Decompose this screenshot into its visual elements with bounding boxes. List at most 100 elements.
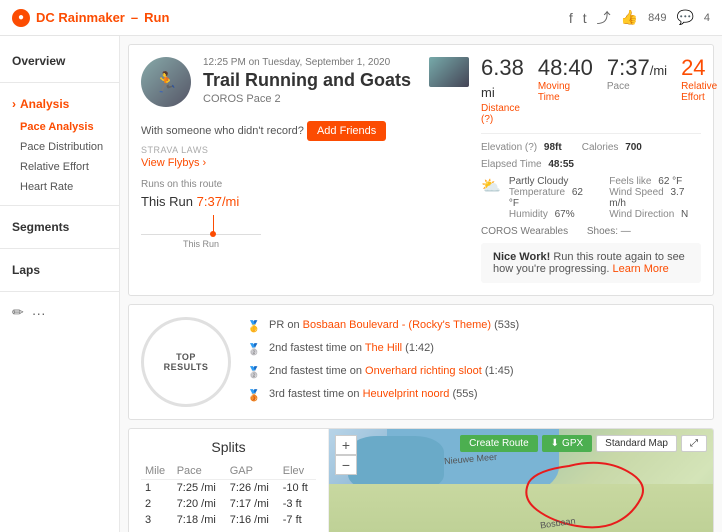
results-circle-line1: TOP xyxy=(176,352,196,362)
result-link-1[interactable]: Bosbaan Boulevard - (Rocky's Theme) xyxy=(303,319,491,331)
split-pace-2: 7:20 /mi xyxy=(173,496,226,512)
route-chart: This Run xyxy=(141,215,261,245)
weather-row: ⛅ Partly Cloudy Temperature 62 °F Humidi… xyxy=(481,176,701,220)
split-elev-2: -3 ft xyxy=(279,496,316,512)
view-flybys-link[interactable]: View Flybys › xyxy=(141,157,469,169)
edit-icon[interactable]: ✏ xyxy=(12,304,24,321)
share-icon[interactable]: ⤴ xyxy=(597,8,611,28)
activity-title: Trail Running and Goats xyxy=(203,70,417,91)
like-icon[interactable]: 👍 xyxy=(621,9,638,26)
more-icon[interactable]: ··· xyxy=(32,305,46,321)
sidebar-item-overview[interactable]: Overview xyxy=(0,48,119,74)
facebook-icon[interactable]: f xyxy=(569,10,573,26)
nice-work-title: Nice Work! xyxy=(493,251,550,263)
analysis-label: Analysis xyxy=(20,97,69,111)
standard-map-button[interactable]: Standard Map xyxy=(596,435,677,452)
stat-distance: 6.38 mi Distance (?) xyxy=(481,57,524,125)
result-text-3: 2nd fastest time on Onverhard richting s… xyxy=(269,365,514,377)
sidebar-item-relative-effort[interactable]: Relative Effort xyxy=(0,157,119,177)
activity-thumbnail xyxy=(429,57,469,87)
split-elev-1: -10 ft xyxy=(279,480,316,497)
twitter-icon[interactable]: t xyxy=(583,10,587,26)
elapsed-label: Elapsed Time xyxy=(481,159,542,170)
re-label: Relative Effort xyxy=(681,81,717,103)
sidebar-item-pace-distribution[interactable]: Pace Distribution xyxy=(0,137,119,157)
weather-condition: Partly Cloudy xyxy=(509,176,593,187)
split-pace-1: 7:25 /mi xyxy=(173,480,226,497)
sidebar-item-pace-analysis[interactable]: Pace Analysis xyxy=(0,117,119,137)
splits-col-gap: GAP xyxy=(226,463,279,480)
zoom-out-button[interactable]: − xyxy=(335,455,357,475)
result-link-4[interactable]: Heuvelprint noord xyxy=(363,388,450,400)
moving-time-label: Moving Time xyxy=(538,81,593,103)
medal-silver-2-icon: 🥈 xyxy=(247,366,263,382)
distance-label: Distance (?) xyxy=(481,103,524,125)
expand-map-button[interactable]: ⤢ xyxy=(681,435,707,452)
nice-work-section: Nice Work! Run this route again to see h… xyxy=(481,243,701,283)
result-item-4: 🥉 3rd fastest time on Heuvelprint noord … xyxy=(247,388,701,405)
sidebar-analysis-header[interactable]: › Analysis xyxy=(0,91,119,117)
splits-row-3: 3 7:18 /mi 7:16 /mi -7 ft xyxy=(141,512,316,528)
stat-relative-effort: 24 Relative Effort xyxy=(681,57,717,125)
activity-device: COROS Pace 2 xyxy=(203,93,417,105)
gpx-button[interactable]: ⬇ GPX xyxy=(542,435,593,452)
elevation-label: Elevation (?) xyxy=(481,142,537,153)
route-comparison: Runs on this route This Run 7:37/mi This… xyxy=(141,179,469,245)
result-text-4: 3rd fastest time on Heuvelprint noord (5… xyxy=(269,388,478,400)
comment-count: 4 xyxy=(704,12,710,24)
re-value: 24 xyxy=(681,57,717,79)
split-pace-3: 7:18 /mi xyxy=(173,512,226,528)
pace-unit: /mi xyxy=(650,63,667,78)
learn-more-link[interactable]: Learn More xyxy=(613,263,669,275)
split-mile-3: 3 xyxy=(141,512,173,528)
elapsed-row: Elapsed Time 48:55 xyxy=(481,159,701,170)
activity-header: 🏃 12:25 PM on Tuesday, September 1, 2020… xyxy=(141,57,469,107)
medal-gold-icon: 🥇 xyxy=(247,320,263,336)
result-link-3[interactable]: Onverhard richting sloot xyxy=(365,365,482,377)
calories-value: 700 xyxy=(625,142,642,153)
splits-row-1: 1 7:25 /mi 7:26 /mi -10 ft xyxy=(141,480,316,497)
gear-shoes: Shoes: — xyxy=(587,226,631,237)
split-gap-2: 7:17 /mi xyxy=(226,496,279,512)
stat-moving-time: 48:40 Moving Time xyxy=(538,57,593,125)
split-mile-2: 2 xyxy=(141,496,173,512)
nav-page: Run xyxy=(144,10,169,25)
sidebar-laps-section: Laps xyxy=(0,253,119,287)
top-nav: ● DC Rainmaker – Run f t ⤴ 👍 849 💬 4 xyxy=(0,0,722,36)
weather-temp: Temperature 62 °F xyxy=(509,187,593,209)
sidebar-segments-section: Segments xyxy=(0,210,119,244)
this-run-pace: This Run 7:37/mi xyxy=(141,194,239,209)
weather-wind-dir: Wind Direction N xyxy=(609,209,701,220)
results-list: 🥇 PR on Bosbaan Boulevard - (Rocky's The… xyxy=(247,319,701,405)
add-friends-button[interactable]: Add Friends xyxy=(307,121,386,141)
medal-bronze-icon: 🥉 xyxy=(247,389,263,405)
route-chart-label: This Run xyxy=(183,239,219,249)
splits-col-pace: Pace xyxy=(173,463,226,480)
zoom-in-button[interactable]: + xyxy=(335,435,357,455)
sidebar-item-segments[interactable]: Segments xyxy=(0,214,119,240)
gear-row: COROS Wearables Shoes: — xyxy=(481,226,701,237)
weather-wind-speed: Wind Speed 3.7 m/h xyxy=(609,187,701,209)
avatar: 🏃 xyxy=(141,57,191,107)
comment-icon[interactable]: 💬 xyxy=(676,9,693,26)
activity-info: 12:25 PM on Tuesday, September 1, 2020 T… xyxy=(203,57,417,105)
moving-time-value: 48:40 xyxy=(538,57,593,79)
weather-left: Partly Cloudy Temperature 62 °F Humidity… xyxy=(509,176,593,220)
bottom-section: Splits Mile Pace GAP Elev xyxy=(128,428,714,532)
analysis-arrow-icon: › xyxy=(12,97,16,111)
medal-silver-1-icon: 🥈 xyxy=(247,343,263,359)
sidebar-item-laps[interactable]: Laps xyxy=(0,257,119,283)
middle-section: TOP RESULTS 🥇 PR on Bosbaan Boulevard - … xyxy=(128,304,714,420)
split-gap-3: 7:16 /mi xyxy=(226,512,279,528)
this-run-pace-value: 7:37/mi xyxy=(197,194,240,209)
main-content: 🏃 12:25 PM on Tuesday, September 1, 2020… xyxy=(120,36,722,532)
result-text-1: PR on Bosbaan Boulevard - (Rocky's Theme… xyxy=(269,319,519,331)
create-route-button[interactable]: Create Route xyxy=(460,435,537,452)
result-item-1: 🥇 PR on Bosbaan Boulevard - (Rocky's The… xyxy=(247,319,701,336)
pace-value: 7:37/mi xyxy=(607,57,667,79)
map-route-path xyxy=(526,463,643,528)
sidebar-item-heart-rate[interactable]: Heart Rate xyxy=(0,177,119,197)
activity-timestamp: 12:25 PM on Tuesday, September 1, 2020 xyxy=(203,57,417,68)
result-link-2[interactable]: The Hill xyxy=(365,342,402,354)
route-chart-line xyxy=(141,234,261,235)
